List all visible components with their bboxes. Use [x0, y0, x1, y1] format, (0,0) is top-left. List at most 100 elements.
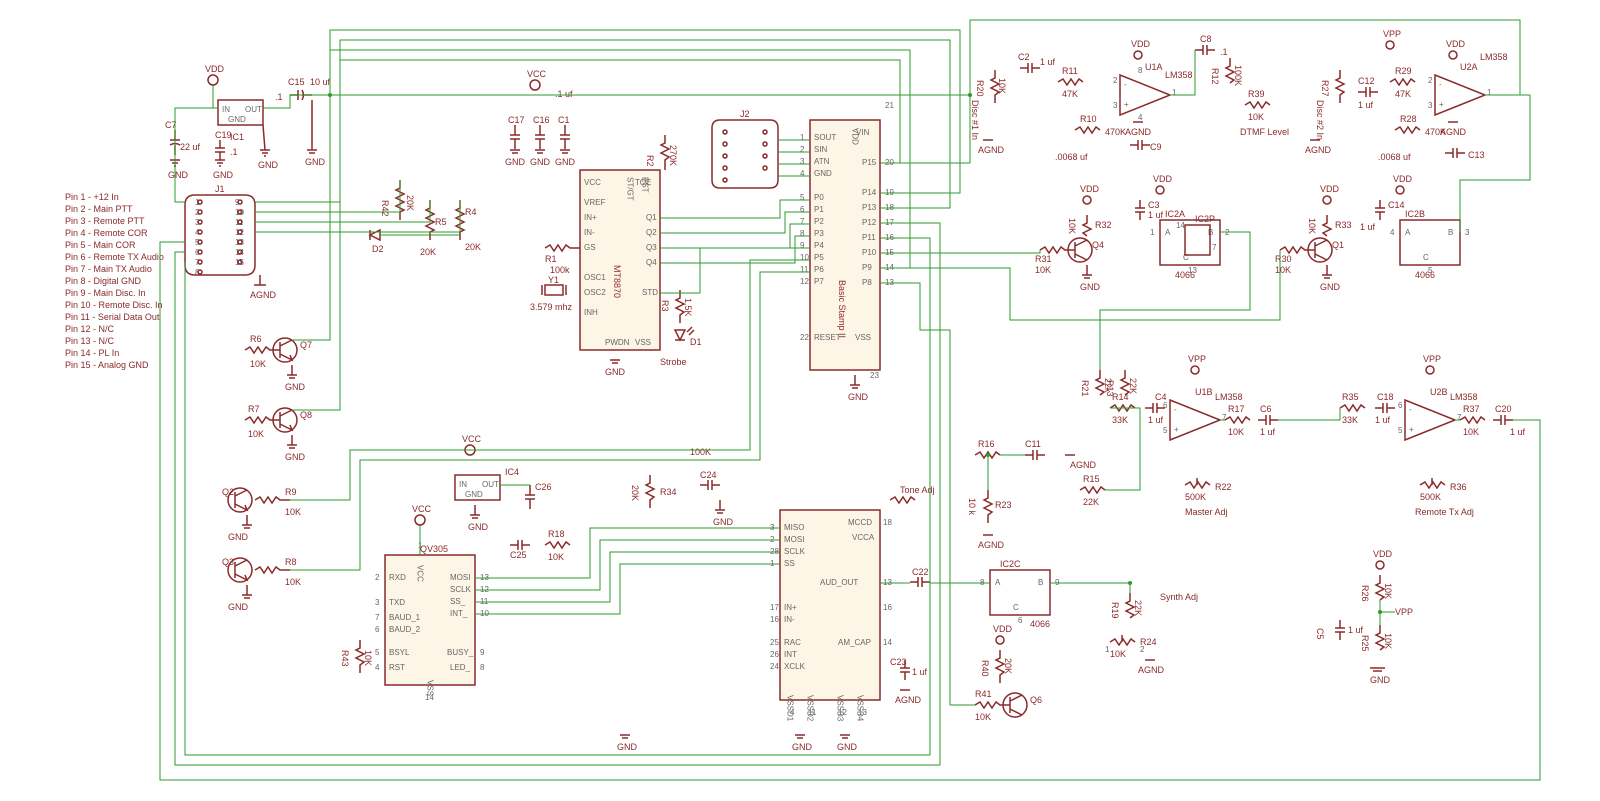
svg-text:VDD: VDD [1080, 184, 1100, 194]
svg-text:D2: D2 [372, 244, 384, 254]
svg-text:ST/GT: ST/GT [626, 177, 635, 201]
svg-text:OSC1: OSC1 [584, 273, 606, 282]
svg-text:GND: GND [1080, 282, 1101, 292]
svg-text:GND: GND [468, 522, 489, 532]
svg-text:A: A [1165, 228, 1171, 237]
svg-text:AGND: AGND [895, 695, 922, 705]
svg-text:16: 16 [883, 603, 892, 612]
svg-text:.1: .1 [230, 147, 238, 157]
svg-text:R35: R35 [1342, 392, 1359, 402]
svg-text:4: 4 [375, 663, 380, 672]
svg-text:R40: R40 [980, 660, 990, 677]
transistor-q7: Q7 R6 10K GND [245, 334, 312, 392]
svg-text:Q4: Q4 [1092, 240, 1104, 250]
ic-mt8870: MT8870 VCC VREF IN+ IN- GS OSC1 OSC2 INH… [580, 170, 660, 350]
svg-text:C: C [1013, 603, 1019, 612]
svg-text:BSYL: BSYL [389, 648, 410, 657]
svg-text:C20: C20 [1495, 404, 1512, 414]
svg-text:20K: 20K [420, 247, 436, 257]
svg-text:3: 3 [800, 157, 805, 166]
svg-text:1 uf: 1 uf [1375, 415, 1391, 425]
svg-text:GND: GND [555, 157, 576, 167]
svg-text:6: 6 [1398, 401, 1403, 410]
svg-text:TXD: TXD [389, 598, 405, 607]
transistor-q6: Q6 10K R41 R40 20K VDD [975, 624, 1042, 722]
svg-text:P13: P13 [862, 203, 877, 212]
svg-text:AGND: AGND [1070, 460, 1097, 470]
svg-text:VDD: VDD [1393, 174, 1413, 184]
svg-text:.0068 uf: .0068 uf [1378, 152, 1411, 162]
svg-text:C19: C19 [215, 130, 232, 140]
svg-text:1: 1 [800, 133, 805, 142]
svg-text:C11: C11 [1025, 439, 1041, 449]
svg-text:11: 11 [800, 265, 809, 274]
svg-text:1: 1 [1172, 88, 1177, 97]
svg-text:20K: 20K [630, 485, 640, 501]
svg-text:100k: 100k [550, 265, 570, 275]
svg-text:Q1: Q1 [646, 213, 657, 222]
svg-text:C5: C5 [1315, 628, 1325, 640]
svg-text:10K: 10K [1275, 265, 1291, 275]
svg-text:GND: GND [228, 115, 246, 124]
svg-text:1 uf: 1 uf [1260, 427, 1276, 437]
svg-text:6: 6 [1018, 616, 1023, 625]
svg-text:RAC: RAC [784, 638, 801, 647]
svg-text:5: 5 [1398, 426, 1403, 435]
svg-text:A: A [1405, 228, 1411, 237]
svg-text:GND: GND [814, 169, 832, 178]
svg-text:R17: R17 [1228, 404, 1245, 414]
svg-text:Disc #1 In: Disc #1 In [970, 100, 980, 140]
svg-text:IN+: IN+ [584, 213, 597, 222]
svg-text:C: C [1423, 253, 1429, 262]
svg-text:VPP: VPP [1188, 354, 1206, 364]
svg-text:VPP: VPP [1383, 29, 1401, 39]
svg-text:GND: GND [848, 392, 869, 402]
svg-text:MISO: MISO [784, 523, 804, 532]
svg-text:R2: R2 [645, 155, 655, 167]
svg-text:R1: R1 [545, 254, 557, 264]
svg-text:1: 1 [1105, 645, 1110, 654]
resistor-r23: R23 10 k AGND [967, 490, 1012, 550]
svg-text:.1 uf: .1 uf [555, 89, 573, 99]
svg-text:C22: C22 [912, 567, 929, 577]
svg-text:C6: C6 [1260, 404, 1272, 414]
svg-text:Pin 3 - Remote PTT: Pin 3 - Remote PTT [65, 216, 145, 226]
svg-text:9: 9 [480, 648, 485, 657]
svg-text:2: 2 [800, 145, 805, 154]
svg-text:R13: R13 [1105, 380, 1115, 397]
svg-text:Pin 15 - Analog GND: Pin 15 - Analog GND [65, 360, 149, 370]
svg-text:IN+: IN+ [784, 603, 797, 612]
svg-text:SS_: SS_ [450, 597, 466, 606]
svg-text:ATN: ATN [814, 157, 830, 166]
svg-text:P12: P12 [862, 218, 877, 227]
svg-text:4: 4 [1138, 113, 1143, 122]
svg-text:47K: 47K [1395, 89, 1411, 99]
svg-text:LM358: LM358 [1165, 70, 1193, 80]
svg-text:GND: GND [1370, 675, 1391, 685]
svg-text:10K: 10K [248, 429, 264, 439]
svg-text:500K: 500K [1420, 492, 1441, 502]
svg-text:9: 9 [800, 241, 805, 250]
svg-text:Pin 5 - Main COR: Pin 5 - Main COR [65, 240, 136, 250]
svg-text:IC2P: IC2P [1195, 214, 1215, 224]
svg-text:EST: EST [641, 177, 650, 193]
svg-text:5: 5 [800, 193, 805, 202]
svg-text:R42: R42 [380, 200, 390, 217]
svg-text:500K: 500K [1185, 492, 1206, 502]
svg-text:C26: C26 [535, 482, 552, 492]
svg-text:INT: INT [784, 650, 797, 659]
resistor-r42: R42 20K [380, 180, 415, 220]
svg-text:7: 7 [375, 613, 380, 622]
svg-text:12: 12 [800, 277, 809, 286]
svg-text:GND: GND [228, 602, 249, 612]
svg-text:1 uf: 1 uf [1360, 222, 1376, 232]
svg-text:P4: P4 [814, 241, 824, 250]
cap-c22: C22 [910, 567, 930, 587]
svg-text:AGND: AGND [978, 145, 1005, 155]
svg-text:R25: R25 [1360, 635, 1370, 652]
svg-text:U1A: U1A [1145, 62, 1163, 72]
svg-text:C9: C9 [1150, 142, 1162, 152]
svg-text:VREF: VREF [584, 198, 605, 207]
svg-text:GND: GND [465, 490, 483, 499]
svg-text:AGND: AGND [250, 290, 277, 300]
